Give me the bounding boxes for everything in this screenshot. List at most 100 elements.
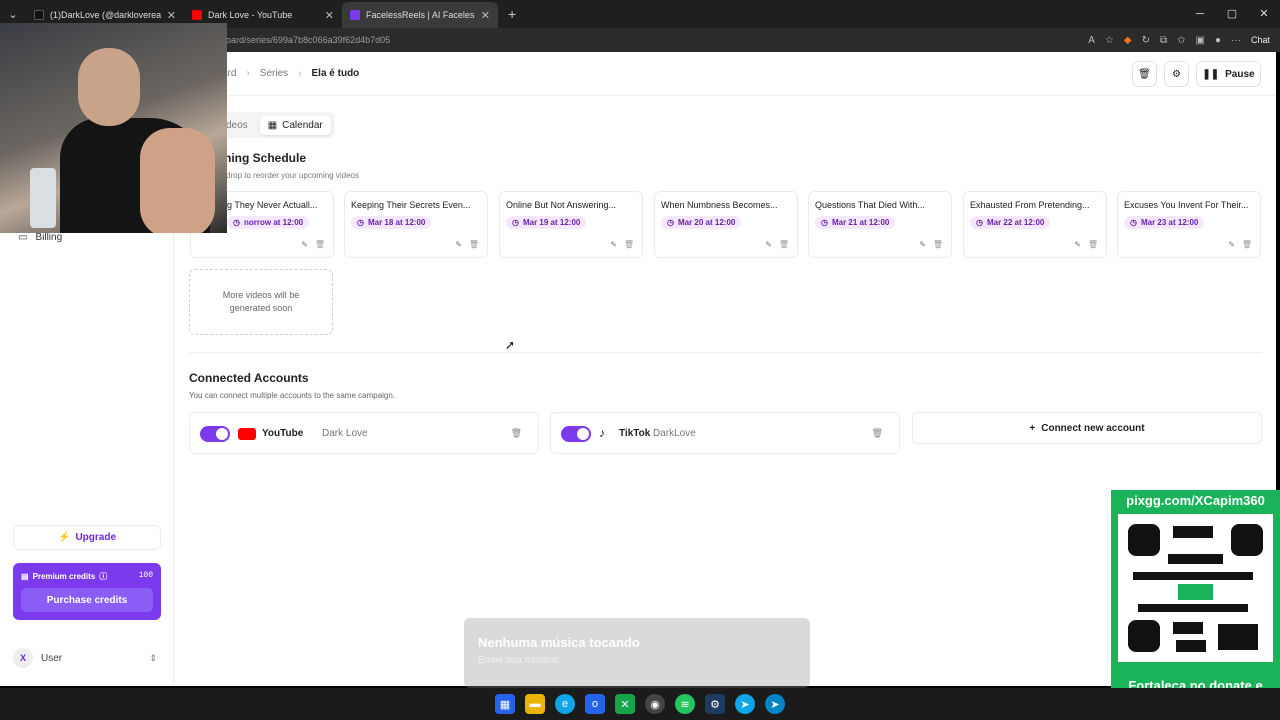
- maximize-icon[interactable]: ▢: [1216, 0, 1248, 28]
- trash-icon[interactable]: 🗑: [1242, 240, 1252, 249]
- spotify-icon[interactable]: ≋: [675, 694, 695, 714]
- collections-icon[interactable]: ▣: [1195, 35, 1204, 46]
- edit-icon[interactable]: ✎: [301, 240, 308, 249]
- clock-icon: ◷: [512, 218, 519, 227]
- view-tabs: deos ▦ Calendar: [214, 112, 335, 138]
- obs-icon[interactable]: ◉: [645, 694, 665, 714]
- connect-new-account-button[interactable]: + Connect new account: [912, 412, 1262, 444]
- billing-icon: ▭: [18, 232, 28, 243]
- xbox-icon[interactable]: ✕: [615, 694, 635, 714]
- music-title: Nenhuma música tocando: [478, 635, 640, 650]
- platform-name: YouTube: [262, 428, 304, 439]
- account-toggle[interactable]: [200, 426, 230, 442]
- extension-icon[interactable]: ◆: [1124, 35, 1132, 46]
- trash-icon[interactable]: 🗑: [1088, 240, 1098, 249]
- music-widget: Nenhuma música tocando Envie sua música!: [464, 618, 810, 688]
- more-icon[interactable]: ···: [1231, 35, 1241, 46]
- trash-icon[interactable]: 🗑: [469, 240, 479, 249]
- delete-series-button[interactable]: 🗑: [1132, 61, 1157, 87]
- schedule-card[interactable]: Online But Not Answering... ◷ Mar 19 at 1…: [499, 191, 643, 258]
- breadcrumb: ard › Series › Ela é tudo: [222, 68, 359, 79]
- pause-label: Pause: [1225, 68, 1255, 80]
- more-videos-placeholder: More videos will be generated soon: [189, 269, 333, 335]
- credits-icon: ▤: [21, 572, 29, 581]
- schedule-card[interactable]: Keeping Their Secrets Even... ◷ Mar 18 at…: [344, 191, 488, 258]
- card-title: g They Never Actuall...: [227, 200, 318, 210]
- schedule-card[interactable]: Questions That Died With... ◷ Mar 21 at 1…: [808, 191, 952, 258]
- schedule-card[interactable]: When Numbness Becomes... ◷ Mar 20 at 12:0…: [654, 191, 798, 258]
- user-menu[interactable]: X User ⇕: [13, 646, 161, 670]
- schedule-title: ning Schedule: [224, 151, 307, 165]
- webcam-overlay: [0, 23, 227, 233]
- read-aloud-icon[interactable]: A: [1088, 35, 1095, 46]
- copilot-chat-button[interactable]: Chat: [1251, 35, 1270, 45]
- browser-tab-facelessreels[interactable]: FacelessReels | AI Faceless Reels Genera…: [342, 2, 498, 28]
- music-subtitle: Envie sua música!: [478, 655, 560, 666]
- date-badge: ◷ Mar 22 at 12:00: [970, 216, 1051, 229]
- trash-icon[interactable]: 🗑: [933, 240, 943, 249]
- minimize-icon[interactable]: ─: [1184, 0, 1216, 28]
- edit-icon[interactable]: ✎: [610, 240, 617, 249]
- url-field[interactable]: oard/series/699a7b8c066a39f62d4b7d05: [226, 32, 1086, 48]
- file-explorer-icon[interactable]: ▬: [525, 694, 545, 714]
- webcam-arm: [140, 128, 215, 233]
- chevron-updown-icon: ⇕: [149, 652, 157, 663]
- trash-icon[interactable]: 🗑: [624, 240, 634, 249]
- trash-icon[interactable]: 🗑: [872, 428, 883, 439]
- edit-icon[interactable]: ✎: [1074, 240, 1081, 249]
- telegram-icon[interactable]: ➤: [735, 694, 755, 714]
- steam-icon[interactable]: ⚙: [705, 694, 725, 714]
- close-icon[interactable]: ✕: [481, 9, 490, 22]
- upgrade-button[interactable]: ⚡ Upgrade: [13, 525, 161, 550]
- favorite-star-icon[interactable]: ☆: [1105, 35, 1114, 46]
- tab-title: FacelessReels | AI Faceless Reels Genera…: [366, 10, 475, 20]
- edit-icon[interactable]: ✎: [455, 240, 462, 249]
- schedule-card[interactable]: Excuses You Invent For Their... ◷ Mar 23 …: [1117, 191, 1261, 258]
- plus-icon: +: [1029, 422, 1036, 434]
- webcam-can: [30, 168, 56, 228]
- refresh-icon[interactable]: ↻: [1142, 35, 1150, 46]
- window-controls: ─ ▢ ✕: [1184, 0, 1280, 28]
- edit-icon[interactable]: ✎: [919, 240, 926, 249]
- new-tab-icon[interactable]: +: [498, 6, 526, 22]
- telegram-icon[interactable]: ➤: [765, 694, 785, 714]
- account-toggle[interactable]: [561, 426, 591, 442]
- edit-icon[interactable]: ✎: [765, 240, 772, 249]
- trash-icon[interactable]: 🗑: [315, 240, 325, 249]
- trash-icon[interactable]: 🗑: [511, 428, 522, 439]
- start-icon[interactable]: ▦: [495, 694, 515, 714]
- clock-icon: ◷: [821, 218, 828, 227]
- tab-label: Calendar: [282, 119, 323, 131]
- sidebar-item-billing[interactable]: ▭ Billing: [18, 232, 62, 243]
- pause-button[interactable]: ❚❚ Pause: [1196, 61, 1261, 87]
- tab-calendar[interactable]: ▦ Calendar: [259, 115, 331, 135]
- donate-url: pixgg.com/XCapim360: [1126, 493, 1265, 508]
- date-badge: ◷ norrow at 12:00: [227, 216, 310, 229]
- split-screen-icon[interactable]: ⧉: [1160, 35, 1167, 46]
- qr-code-image: [1118, 514, 1273, 662]
- close-icon[interactable]: ✕: [167, 9, 176, 22]
- clock-icon: ◷: [357, 218, 364, 227]
- card-date: Mar 21 at 12:00: [831, 218, 890, 227]
- card-date: Mar 23 at 12:00: [1140, 218, 1199, 227]
- info-icon[interactable]: ⓘ: [99, 571, 107, 582]
- credits-label: Premium credits: [32, 572, 96, 581]
- youtube-icon: [192, 10, 202, 20]
- breadcrumb-series[interactable]: Series: [260, 68, 288, 79]
- connected-accounts-subtitle: You can connect multiple accounts to the…: [189, 391, 396, 400]
- close-icon[interactable]: ✕: [325, 9, 334, 22]
- card-date: Mar 20 at 12:00: [677, 218, 736, 227]
- schedule-card[interactable]: Exhausted From Pretending... ◷ Mar 22 at …: [963, 191, 1107, 258]
- profile-icon[interactable]: ●: [1215, 35, 1221, 46]
- trash-icon[interactable]: 🗑: [779, 240, 789, 249]
- purchase-credits-button[interactable]: Purchase credits: [21, 588, 153, 612]
- edge-icon[interactable]: e: [555, 694, 575, 714]
- platform-name: TikTok: [619, 428, 651, 439]
- close-window-icon[interactable]: ✕: [1248, 0, 1280, 28]
- edit-icon[interactable]: ✎: [1228, 240, 1235, 249]
- settings-button[interactable]: ⚙: [1164, 61, 1189, 87]
- favorites-icon[interactable]: ✩: [1177, 35, 1185, 46]
- date-badge: ◷ Mar 19 at 12:00: [506, 216, 587, 229]
- outlook-icon[interactable]: o: [585, 694, 605, 714]
- card-date: norrow at 12:00: [243, 218, 304, 227]
